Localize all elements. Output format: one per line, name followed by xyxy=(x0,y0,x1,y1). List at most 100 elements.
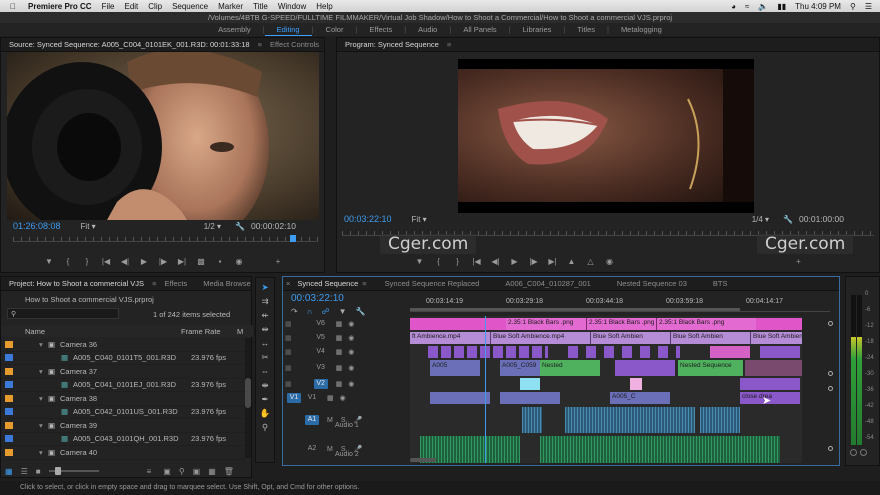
program-mark-out-icon[interactable]: } xyxy=(453,257,463,266)
source-settings-icon[interactable]: 🔧 xyxy=(235,222,245,231)
button-editor-icon[interactable]: + xyxy=(273,257,283,266)
track-header-v3[interactable]: ▦ V3 ▦ ◉ xyxy=(283,360,408,376)
new-bin-folder-icon[interactable]: ▣ xyxy=(193,467,201,476)
timeline-playhead-timecode[interactable]: 00:03:22:10 xyxy=(291,293,344,304)
timeline-time-ruler[interactable]: 00:03:14:19 00:03:29:18 00:03:44:18 00:0… xyxy=(410,294,830,312)
source-video-frame[interactable] xyxy=(7,52,319,220)
step-back-icon[interactable]: ◀| xyxy=(120,257,130,266)
tab-bts[interactable]: BTS xyxy=(705,277,736,290)
ripple-edit-tool-icon[interactable]: ⇷ xyxy=(261,310,268,321)
add-marker-icon[interactable]: ▼ xyxy=(44,257,54,266)
hand-tool-icon[interactable]: ✋ xyxy=(260,408,271,419)
list-item[interactable]: ▦ A005_C042_0101US_001.R3D 23.976 fps xyxy=(1,406,245,419)
track-select-tool-icon[interactable]: ⇉ xyxy=(261,296,268,307)
program-fit-dropdown[interactable]: Fit ▾ xyxy=(412,215,427,224)
tab-source[interactable]: Source: Synced Sequence: A005_C004_0101E… xyxy=(1,38,258,51)
menu-sequence[interactable]: Sequence xyxy=(172,2,208,11)
snap-icon[interactable]: ∩ xyxy=(307,307,313,316)
menu-window[interactable]: Window xyxy=(278,2,306,11)
program-panel-menu-icon[interactable]: ≡ xyxy=(447,40,451,49)
solo-left-button[interactable] xyxy=(850,449,857,456)
program-video-frame[interactable] xyxy=(458,59,754,213)
audio-clip-a1[interactable] xyxy=(522,407,542,433)
list-item[interactable]: ▾ ▣ Camera 37 xyxy=(1,365,245,379)
sort-icon[interactable]: ≡ xyxy=(147,467,152,476)
slip-tool-icon[interactable]: ⇔ xyxy=(261,366,270,377)
menu-title[interactable]: Title xyxy=(253,2,268,11)
razor-tool-icon[interactable]: ✂ xyxy=(261,352,268,363)
track-header-v2[interactable]: ▦ V2 ▦ ◉ xyxy=(283,378,408,390)
tab-project[interactable]: Project: How to Shoot a commercial VJS xyxy=(1,277,152,290)
work-area-bar[interactable] xyxy=(410,308,740,311)
step-forward-icon[interactable]: |▶ xyxy=(158,257,168,266)
notification-center-icon[interactable]: ☰ xyxy=(865,2,872,11)
program-mark-in-icon[interactable]: { xyxy=(434,257,444,266)
mark-out-icon[interactable]: } xyxy=(82,257,92,266)
list-item[interactable]: ▾ ▣ Camera 40 xyxy=(1,446,245,460)
battery-icon[interactable]: ▮▮ xyxy=(777,2,786,11)
list-view-icon[interactable]: ☰ xyxy=(21,467,28,476)
clip-black-bars[interactable]: 2.35:1 Black Bars .png xyxy=(506,318,586,330)
program-playhead-timecode[interactable]: 00:03:22:10 xyxy=(344,214,392,224)
clip-ambience[interactable]: Blue Soft Ambien xyxy=(670,332,750,344)
nest-toggle-icon[interactable]: ↷ xyxy=(291,307,298,316)
clip-v2[interactable] xyxy=(520,378,540,390)
zoom-tool-icon[interactable]: ⚲ xyxy=(262,422,268,433)
lift-icon[interactable]: ▲ xyxy=(567,257,577,266)
insert-icon[interactable]: ▩ xyxy=(196,257,206,266)
clip-a005-cut[interactable]: A005_C xyxy=(610,392,670,404)
creative-cloud-icon[interactable]: ◕ xyxy=(731,2,736,11)
timeline-panel-menu-icon[interactable]: ≡ xyxy=(362,279,366,288)
track-header-a1[interactable]: A1 M S 🎤 Audio 1 xyxy=(283,407,408,433)
rate-stretch-tool-icon[interactable]: ↔ xyxy=(261,338,270,349)
lock-icon[interactable]: ▦ xyxy=(5,467,13,476)
zoom-slider[interactable] xyxy=(48,467,99,475)
tab-nested-sequence-03[interactable]: Nested Sequence 03 xyxy=(609,277,695,290)
tab-effect-controls[interactable]: Effect Controls xyxy=(262,38,324,51)
workspace-metalogging[interactable]: Metalogging xyxy=(609,23,674,36)
program-step-forward-icon[interactable]: |▶ xyxy=(529,257,539,266)
eye-icon[interactable]: ◉ xyxy=(348,320,354,328)
mute-button[interactable]: M xyxy=(327,417,333,424)
tab-synced-sequence[interactable]: Synced Sequence xyxy=(293,277,362,290)
new-bin-icon[interactable]: ▣ xyxy=(163,467,171,476)
go-to-out-icon[interactable]: ▶| xyxy=(177,257,187,266)
clip-v3[interactable] xyxy=(745,360,802,376)
program-export-frame-icon[interactable]: ◉ xyxy=(605,257,615,266)
go-to-in-icon[interactable]: |◀ xyxy=(101,257,111,266)
extract-icon[interactable]: △ xyxy=(586,257,596,266)
list-item[interactable]: ▾ ▣ Camera 38 xyxy=(1,392,245,406)
volume-icon[interactable]: 🔈 xyxy=(758,2,768,11)
clip-v2[interactable] xyxy=(740,378,800,390)
timeline-vertical-scroll[interactable] xyxy=(826,321,834,451)
clip-a005-c059[interactable]: A005_C059 xyxy=(500,360,540,376)
track-header-v4[interactable]: ▦ V4 ▦ ◉ xyxy=(283,346,408,358)
workspace-effects[interactable]: Effects xyxy=(357,23,404,36)
clip-v4[interactable] xyxy=(428,346,548,358)
icon-view-icon[interactable]: ■ xyxy=(36,467,41,476)
sync-lock-icon[interactable]: ▦ xyxy=(285,320,292,328)
tab-effects[interactable]: Effects xyxy=(156,277,195,290)
close-sequence-icon[interactable]: × xyxy=(283,277,293,290)
clip-v3[interactable] xyxy=(615,360,675,376)
track-header-v6[interactable]: ▦ V6 ▦ ◉ xyxy=(283,318,408,330)
workspace-editing[interactable]: Editing xyxy=(264,23,312,36)
source-patch-v1[interactable]: V1 xyxy=(287,393,301,403)
clip-v4[interactable] xyxy=(760,346,800,358)
source-resolution-dropdown[interactable]: 1/2 ▾ xyxy=(204,222,221,231)
workspace-libraries[interactable]: Libraries xyxy=(511,23,564,36)
list-item[interactable]: ▾ ▣ Camera 36 xyxy=(1,338,245,352)
tab-program[interactable]: Program: Synced Sequence xyxy=(337,38,447,51)
list-item[interactable]: ▦ A005_C041_0101EJ_001.R3D 23.976 fps xyxy=(1,379,245,392)
workspace-color[interactable]: Color xyxy=(314,23,356,36)
workspace-assembly[interactable]: Assembly xyxy=(206,23,263,36)
source-fit-dropdown[interactable]: Fit ▾ xyxy=(81,222,96,231)
workspace-titles[interactable]: Titles xyxy=(565,23,607,36)
timeline-playhead[interactable] xyxy=(485,316,486,463)
menu-help[interactable]: Help xyxy=(316,2,332,11)
selection-tool-icon[interactable]: ➤ xyxy=(261,282,268,293)
tab-media-browser[interactable]: Media Browse xyxy=(195,277,251,290)
clock[interactable]: Thu 4:09 PM xyxy=(795,2,841,11)
solo-right-button[interactable] xyxy=(860,449,867,456)
overwrite-icon[interactable]: ▪ xyxy=(215,257,225,266)
